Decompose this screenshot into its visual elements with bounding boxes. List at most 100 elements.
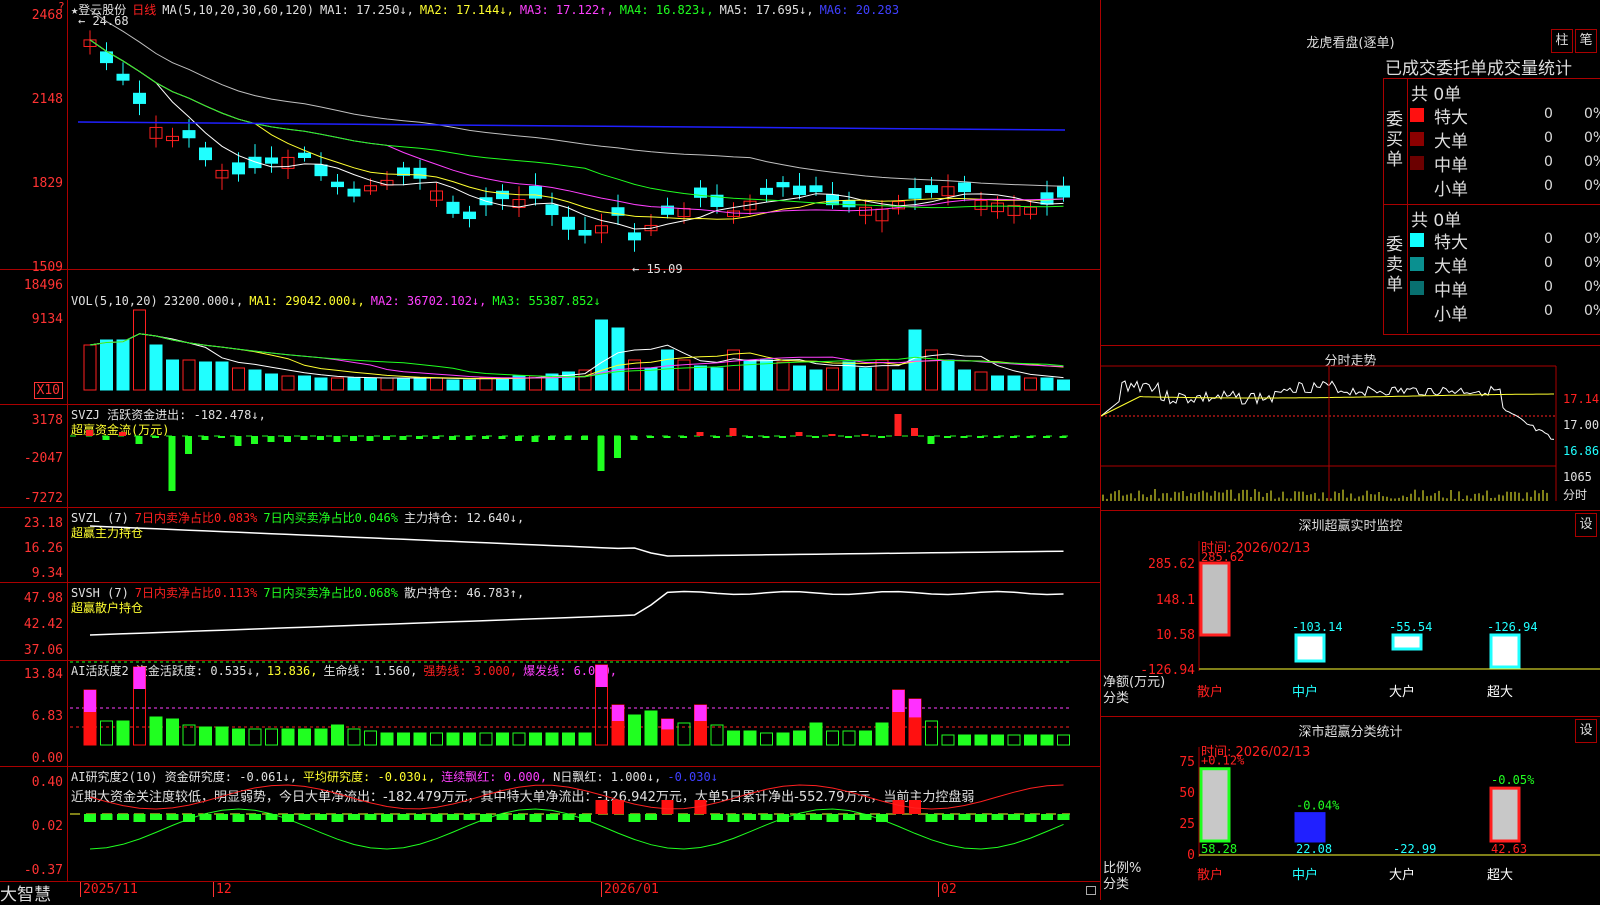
candle-body (793, 185, 806, 196)
ai2-bar (826, 814, 839, 822)
volume-pane[interactable]: 18496 9134 X10 VOL(5,10,20) 23200.000↓, MA… (0, 270, 1100, 405)
volume-chart[interactable] (0, 270, 1100, 405)
ai1-bar (941, 734, 955, 746)
lhb-row-pct: 0% (1584, 231, 1600, 247)
ai1-bar (842, 730, 856, 746)
candle-body (776, 182, 790, 188)
svzj-bar (267, 436, 275, 442)
candle-body (331, 181, 344, 188)
sz-category-label: 超大 (1487, 685, 1513, 700)
ai2-bar (331, 814, 344, 822)
svzj-bar (977, 436, 984, 438)
ai2-bar (447, 814, 459, 820)
candle-body (760, 187, 773, 195)
volume-bar (413, 377, 427, 391)
svzj-chart[interactable] (0, 405, 1100, 508)
svzj-bar (366, 436, 374, 441)
ai1-bar-cap (84, 690, 96, 712)
svzj-bar (399, 436, 407, 440)
volume-bar (446, 379, 460, 391)
svzj-bar (548, 436, 555, 440)
ai-research-pane[interactable]: 0.40 0.02 -0.37 AI研究度2(10) 资金研究度: -0.061… (0, 767, 1100, 882)
ai2-bar (150, 814, 162, 820)
volume-bar (281, 375, 295, 391)
ai1-bar (364, 730, 377, 746)
svzj-bar (168, 436, 176, 491)
lhb-row-pct: 0% (1584, 279, 1600, 295)
svzl-pane[interactable]: 23.18 16.26 9.34 SVZL (7) 7日内卖净占比0.083% 7日… (0, 508, 1100, 583)
candle-body (958, 182, 971, 193)
lhb-row-count: 0 (1544, 154, 1553, 170)
ai1-bar (479, 732, 493, 746)
volume-bar (83, 344, 97, 391)
candle-body (347, 188, 361, 197)
x-tick: 02 (938, 882, 957, 897)
ai1-bar-cap (612, 705, 624, 721)
svzj-bar (185, 436, 192, 454)
svsh-pane[interactable]: 47.98 42.42 37.06 SVSH (7) 7日内卖净占比0.113% 7… (0, 583, 1100, 661)
lock-icon[interactable] (1086, 886, 1096, 895)
svzj-bar (135, 436, 143, 444)
ai-activity-chart[interactable] (0, 661, 1100, 767)
sz-bar-label: -55.54 (1389, 620, 1432, 634)
lhb-row-name: 大单 (1434, 132, 1468, 152)
app-logo[interactable]: 大智慧 (0, 880, 51, 905)
sh-stats-panel[interactable]: 深市超赢分类统计 设 时间: 2026/02/13 75 50 25 0 比例%… (1100, 716, 1600, 900)
svsh-chart[interactable] (0, 583, 1100, 661)
ai1-bar-cap (133, 667, 146, 689)
ai2-bar (991, 814, 1004, 820)
svzj-bar (300, 436, 308, 440)
candlestick-chart[interactable] (0, 0, 1100, 270)
lhb-row-pct: 0% (1584, 154, 1600, 170)
intraday-chart[interactable] (1101, 346, 1600, 511)
svzj-bar (960, 436, 968, 438)
ai1-bar (413, 732, 427, 746)
svsh-line (89, 590, 1064, 636)
ai1-bar (644, 710, 658, 746)
price-pane[interactable]: 2468 2148 1829 1509 ? ★登云股份 日线 MA(5,10,20,… (0, 0, 1100, 276)
svzj-bar (482, 436, 489, 439)
ai1-bar (314, 728, 328, 746)
lhb-row-name: 大单 (1434, 257, 1468, 277)
svzj-pane[interactable]: 3178 -2047 -7272 SVZJ 活跃资金进出: -182.478↓,… (0, 405, 1100, 508)
ai2-bar (843, 814, 855, 820)
svzj-bar (498, 436, 506, 439)
color-swatch (1410, 156, 1424, 170)
lhb-title: 龙虎看盘(逐单) (1306, 36, 1395, 51)
ai2-bar (975, 814, 987, 822)
candle-body (232, 162, 245, 175)
tick-view-button[interactable]: 笔 (1575, 29, 1597, 53)
lhb-panel: 龙虎看盘(逐单) 柱 笔 已成交委托单成交量统计 委买单 委卖单 共 0单 共 … (1100, 0, 1600, 345)
svzj-bar (234, 436, 242, 446)
svzj-bar (465, 436, 473, 440)
volume-bar (199, 361, 212, 391)
svzj-bar (845, 436, 852, 438)
volume-bar (941, 359, 955, 391)
svzl-chart[interactable] (0, 508, 1100, 583)
candle-body (265, 157, 278, 164)
ai1-bar (100, 720, 113, 746)
sz-monitor-panel[interactable]: 深圳超赢实时监控 设 时间: 2026/02/13 285.62 148.1 1… (1100, 510, 1600, 716)
lhb-row-count: 0 (1544, 231, 1553, 247)
svzj-bar (432, 436, 440, 439)
volume-bar (974, 371, 988, 391)
sz-monitor-chart[interactable]: 285.62 散户 -103.14 中户 -55.54 大户 -126.94 超大 (1101, 511, 1600, 717)
ai-research-chart[interactable] (0, 767, 1100, 882)
lhb-row-name: 小单 (1434, 180, 1468, 200)
ai1-bar (1007, 734, 1021, 746)
ai2-bar (1024, 814, 1037, 822)
lhb-row-name: 中单 (1434, 156, 1468, 176)
ai1-bar (347, 728, 361, 746)
ai-activity-pane[interactable]: 13.84 6.83 0.00 AI活跃度2 资金活跃度: 0.535↓, 13.… (0, 661, 1100, 767)
sh-stats-chart[interactable]: +0.12% 58.28 散户 -0.04% 22.08 中户 -22.99 大户 -0.05%… (1101, 717, 1600, 901)
ai1-bar (529, 732, 542, 746)
svzj-bar (795, 432, 803, 436)
bar-view-button[interactable]: 柱 (1551, 29, 1573, 53)
ai2-bar (381, 814, 393, 822)
volume-bar (1057, 379, 1070, 391)
svzj-bar (663, 436, 671, 438)
volume-bar (710, 367, 724, 391)
ai2-bar (397, 814, 410, 820)
volume-bar (298, 375, 311, 391)
intraday-panel[interactable]: 分时走势 17.14 17.00 16.86 1065 分时 (1100, 345, 1600, 510)
